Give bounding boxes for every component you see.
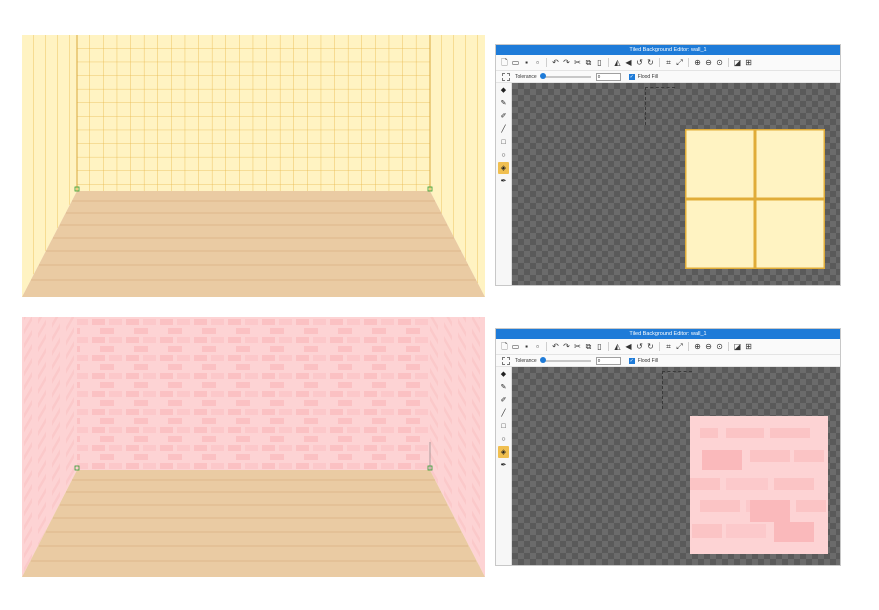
tolerance-slider[interactable] bbox=[540, 357, 591, 363]
pink-room-render bbox=[22, 317, 485, 577]
toolbar-separator bbox=[728, 58, 729, 67]
toolbar-separator bbox=[688, 58, 689, 67]
flip-horizontal-icon[interactable]: ◭ bbox=[613, 342, 622, 352]
redo-icon[interactable]: ↷ bbox=[562, 342, 571, 352]
tool-palette: ◆ ✎ ✐ ╱ □ ○ ◈ ✒ bbox=[496, 367, 512, 565]
save-as-icon[interactable]: ▫ bbox=[533, 58, 542, 68]
zoom-out-icon[interactable]: ⊖ bbox=[704, 58, 713, 68]
toolbar-separator bbox=[659, 342, 660, 351]
color-swap-icon[interactable]: ◪ bbox=[733, 58, 742, 68]
color-swap-icon[interactable]: ◪ bbox=[733, 342, 742, 352]
resize-icon[interactable]: ⤢ bbox=[675, 342, 684, 352]
back-wall bbox=[77, 35, 430, 191]
crop-icon[interactable]: ⌗ bbox=[664, 342, 673, 352]
eraser-tool-icon[interactable]: ◆ bbox=[498, 368, 509, 380]
zoom-out-icon[interactable]: ⊖ bbox=[704, 342, 713, 352]
zoom-in-icon[interactable]: ⊕ bbox=[693, 342, 702, 352]
tile-canvas[interactable] bbox=[512, 367, 840, 565]
tile-pink-brick[interactable] bbox=[690, 416, 828, 554]
editor-toolbar: 🗋 ▭ ▪ ▫ ↶ ↷ ✂ ⧉ ▯ ◭ ◀ ↺ ↻ ⌗ ⤢ ⊕ ⊖ ⊙ ◪ ⊞ bbox=[496, 339, 840, 355]
eraser-tool-icon[interactable]: ◆ bbox=[498, 84, 509, 96]
copy-icon[interactable]: ⧉ bbox=[584, 342, 593, 352]
selection-icon[interactable] bbox=[502, 72, 510, 81]
tiled-background-editor-1: Tiled Background Editor: wall_1 🗋 ▭ ▪ ▫ ↶ ↷ ✂ ⧉… bbox=[495, 44, 841, 286]
save-as-icon[interactable]: ▫ bbox=[533, 342, 542, 352]
tolerance-slider[interactable] bbox=[540, 73, 591, 79]
toolbar-separator bbox=[728, 342, 729, 351]
toolbar-separator bbox=[659, 58, 660, 67]
wood-floor bbox=[22, 191, 485, 297]
ellipse-tool-icon[interactable]: ○ bbox=[498, 149, 509, 161]
toolbar-separator bbox=[608, 342, 609, 351]
rectangle-tool-icon[interactable]: □ bbox=[498, 136, 509, 148]
save-icon[interactable]: ▪ bbox=[522, 58, 531, 68]
line-tool-icon[interactable]: ╱ bbox=[498, 407, 509, 419]
rotate-right-icon[interactable]: ↻ bbox=[646, 342, 655, 352]
rotate-left-icon[interactable]: ↺ bbox=[635, 342, 644, 352]
toolbar-separator bbox=[688, 342, 689, 351]
resize-icon[interactable]: ⤢ bbox=[675, 58, 684, 68]
editor-title: Tiled Background Editor: wall_1 bbox=[496, 45, 840, 55]
brush-tool-icon[interactable]: ✐ bbox=[498, 110, 509, 122]
brush-tool-icon[interactable]: ✐ bbox=[498, 394, 509, 406]
fill-bucket-tool-icon[interactable]: ◈ bbox=[498, 446, 509, 458]
rectangle-tool-icon[interactable]: □ bbox=[498, 420, 509, 432]
pencil-tool-icon[interactable]: ✎ bbox=[498, 97, 509, 109]
tolerance-input[interactable]: 0 bbox=[595, 72, 621, 81]
flip-vertical-icon[interactable]: ◀ bbox=[624, 58, 633, 68]
tiled-background-editor-2: Tiled Background Editor: wall_1 🗋 ▭ ▪ ▫ ↶ ↷ ✂ ⧉… bbox=[495, 328, 841, 566]
paste-icon[interactable]: ▯ bbox=[595, 342, 604, 352]
zoom-reset-icon[interactable]: ⊙ bbox=[715, 342, 724, 352]
eyedropper-tool-icon[interactable]: ✒ bbox=[498, 175, 509, 187]
copy-icon[interactable]: ⧉ bbox=[584, 58, 593, 68]
tool-palette: ◆ ✎ ✐ ╱ □ ○ ◈ ✒ bbox=[496, 83, 512, 285]
flood-fill-label: Flood Fill bbox=[637, 357, 658, 364]
redo-icon[interactable]: ↷ bbox=[562, 58, 571, 68]
tolerance-input[interactable]: 0 bbox=[595, 356, 621, 365]
tile-yellow-grid[interactable] bbox=[685, 129, 825, 269]
room-preview-pink bbox=[22, 317, 485, 577]
line-tool-icon[interactable]: ╱ bbox=[498, 123, 509, 135]
yellow-room-render bbox=[22, 35, 485, 297]
editor-title: Tiled Background Editor: wall_1 bbox=[496, 329, 840, 339]
paste-icon[interactable]: ▯ bbox=[595, 58, 604, 68]
undo-icon[interactable]: ↶ bbox=[551, 342, 560, 352]
toolbar-separator bbox=[546, 58, 547, 67]
tile-canvas[interactable] bbox=[512, 83, 840, 285]
zoom-reset-icon[interactable]: ⊙ bbox=[715, 58, 724, 68]
open-folder-icon[interactable]: ▭ bbox=[511, 342, 520, 352]
new-file-icon[interactable]: 🗋 bbox=[500, 342, 509, 352]
cut-icon[interactable]: ✂ bbox=[573, 342, 582, 352]
open-folder-icon[interactable]: ▭ bbox=[511, 58, 520, 68]
flip-horizontal-icon[interactable]: ◭ bbox=[613, 58, 622, 68]
cut-icon[interactable]: ✂ bbox=[573, 58, 582, 68]
tool-options-bar: Tolerance 0 ✓ Flood Fill bbox=[496, 355, 840, 367]
save-icon[interactable]: ▪ bbox=[522, 342, 531, 352]
tool-options-bar: Tolerance 0 ✓ Flood Fill bbox=[496, 71, 840, 83]
grid-icon[interactable]: ⊞ bbox=[744, 58, 753, 68]
selection-icon[interactable] bbox=[502, 356, 510, 365]
rotate-right-icon[interactable]: ↻ bbox=[646, 58, 655, 68]
toolbar-separator bbox=[608, 58, 609, 67]
pencil-tool-icon[interactable]: ✎ bbox=[498, 381, 509, 393]
toolbar-separator bbox=[546, 342, 547, 351]
undo-icon[interactable]: ↶ bbox=[551, 58, 560, 68]
ellipse-tool-icon[interactable]: ○ bbox=[498, 433, 509, 445]
room-preview-yellow bbox=[22, 35, 485, 297]
flip-vertical-icon[interactable]: ◀ bbox=[624, 342, 633, 352]
tolerance-label: Tolerance bbox=[515, 73, 537, 80]
rotate-left-icon[interactable]: ↺ bbox=[635, 58, 644, 68]
flood-fill-label: Flood Fill bbox=[637, 73, 658, 80]
editor-toolbar: 🗋 ▭ ▪ ▫ ↶ ↷ ✂ ⧉ ▯ ◭ ◀ ↺ ↻ ⌗ ⤢ ⊕ ⊖ ⊙ ◪ ⊞ bbox=[496, 55, 840, 71]
tolerance-label: Tolerance bbox=[515, 357, 537, 364]
zoom-in-icon[interactable]: ⊕ bbox=[693, 58, 702, 68]
fill-bucket-tool-icon[interactable]: ◈ bbox=[498, 162, 509, 174]
eyedropper-tool-icon[interactable]: ✒ bbox=[498, 459, 509, 471]
new-file-icon[interactable]: 🗋 bbox=[500, 58, 509, 68]
grid-icon[interactable]: ⊞ bbox=[744, 342, 753, 352]
flood-fill-checkbox[interactable]: ✓ bbox=[628, 73, 635, 80]
back-wall bbox=[77, 317, 430, 470]
flood-fill-checkbox[interactable]: ✓ bbox=[628, 357, 635, 364]
crop-icon[interactable]: ⌗ bbox=[664, 58, 673, 68]
